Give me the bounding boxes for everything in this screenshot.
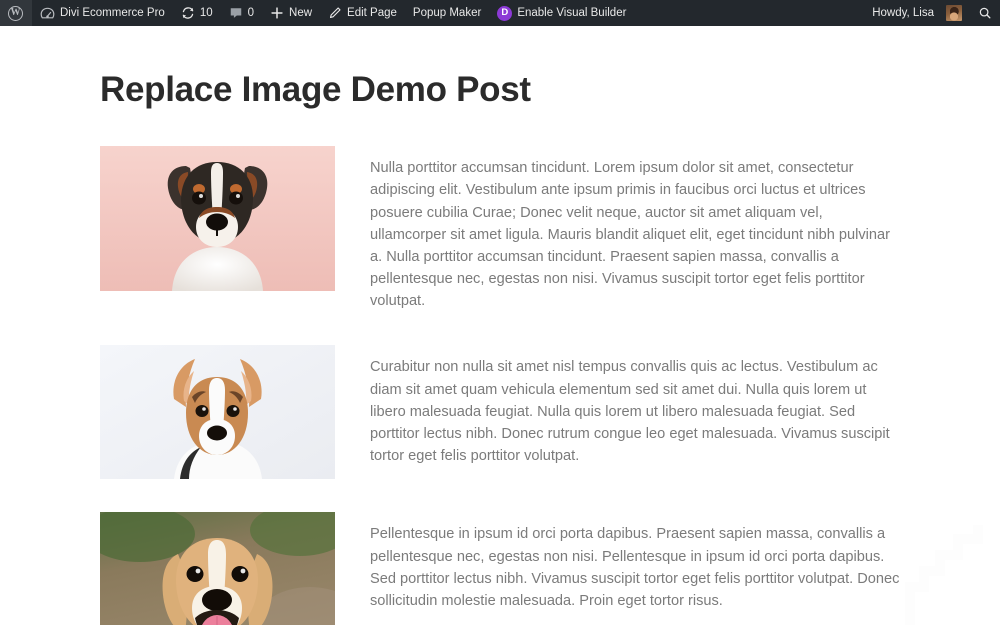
jack-russell-terrier-photo[interactable] bbox=[100, 146, 335, 292]
page-body: Replace Image Demo Post Nulla porttitor … bbox=[0, 26, 1000, 625]
post-block: Pellentesque in ipsum id orci porta dapi… bbox=[100, 512, 900, 625]
divi-d-logo-icon: D bbox=[497, 5, 513, 21]
post-block: Curabitur non nulla sit amet nisl tempus… bbox=[100, 345, 900, 480]
search-icon bbox=[978, 6, 992, 20]
post-image-figure[interactable] bbox=[100, 512, 335, 625]
page-title: Replace Image Demo Post bbox=[100, 70, 531, 109]
corgi-photo[interactable] bbox=[100, 345, 335, 480]
enable-visual-builder-label: Enable Visual Builder bbox=[517, 7, 627, 19]
post-image-figure[interactable] bbox=[100, 345, 335, 480]
comments-count: 0 bbox=[247, 7, 255, 19]
new-content-label: New bbox=[289, 7, 313, 19]
my-account-menu[interactable]: Howdy, Lisa bbox=[864, 0, 970, 26]
plus-icon bbox=[270, 6, 284, 20]
pencil-edit-icon bbox=[328, 6, 342, 20]
paragraph: Pellentesque in ipsum id orci porta dapi… bbox=[370, 526, 900, 609]
post-image-figure[interactable] bbox=[100, 146, 335, 292]
site-name-menu[interactable]: Divi Ecommerce Pro bbox=[32, 0, 173, 26]
comments-menu[interactable]: 0 bbox=[221, 0, 262, 26]
avatar bbox=[946, 5, 962, 21]
admin-bar-right-group: Howdy, Lisa bbox=[864, 0, 1000, 26]
site-name-label: Divi Ecommerce Pro bbox=[60, 7, 165, 19]
paragraph: Curabitur non nulla sit amet nisl tempus… bbox=[370, 359, 890, 465]
search-button[interactable] bbox=[970, 0, 1000, 26]
enable-visual-builder-button[interactable]: D Enable Visual Builder bbox=[489, 0, 634, 26]
updates-refresh-icon bbox=[181, 6, 195, 20]
edit-page-label: Edit Page bbox=[347, 7, 397, 19]
post-block: Nulla porttitor accumsan tincidunt. Lore… bbox=[100, 146, 900, 312]
wp-logo-menu[interactable]: W bbox=[0, 0, 32, 26]
post-content: Replace Image Demo Post Nulla porttitor … bbox=[0, 26, 1000, 625]
dashboard-site-icon bbox=[40, 7, 55, 20]
comment-bubble-icon bbox=[229, 6, 243, 20]
howdy-label: Howdy, Lisa bbox=[872, 7, 934, 19]
wordpress-logo-icon: W bbox=[8, 5, 23, 21]
beagle-photo[interactable] bbox=[100, 512, 335, 625]
post-text-body: Curabitur non nulla sit amet nisl tempus… bbox=[335, 345, 900, 467]
updates-menu[interactable]: 10 bbox=[173, 0, 221, 26]
post-text-body: Nulla porttitor accumsan tincidunt. Lore… bbox=[335, 146, 900, 312]
wp-admin-bar: W Divi Ecommerce Pro 10 0 New Edit Page … bbox=[0, 0, 1000, 26]
paragraph: Nulla porttitor accumsan tincidunt. Lore… bbox=[370, 160, 890, 310]
new-content-menu[interactable]: New bbox=[262, 0, 320, 26]
popup-maker-label: Popup Maker bbox=[412, 7, 482, 19]
updates-count: 10 bbox=[199, 7, 213, 19]
post-text-body: Pellentesque in ipsum id orci porta dapi… bbox=[335, 512, 900, 625]
edit-page-button[interactable]: Edit Page bbox=[320, 0, 405, 26]
popup-maker-menu[interactable]: Popup Maker bbox=[405, 0, 489, 26]
